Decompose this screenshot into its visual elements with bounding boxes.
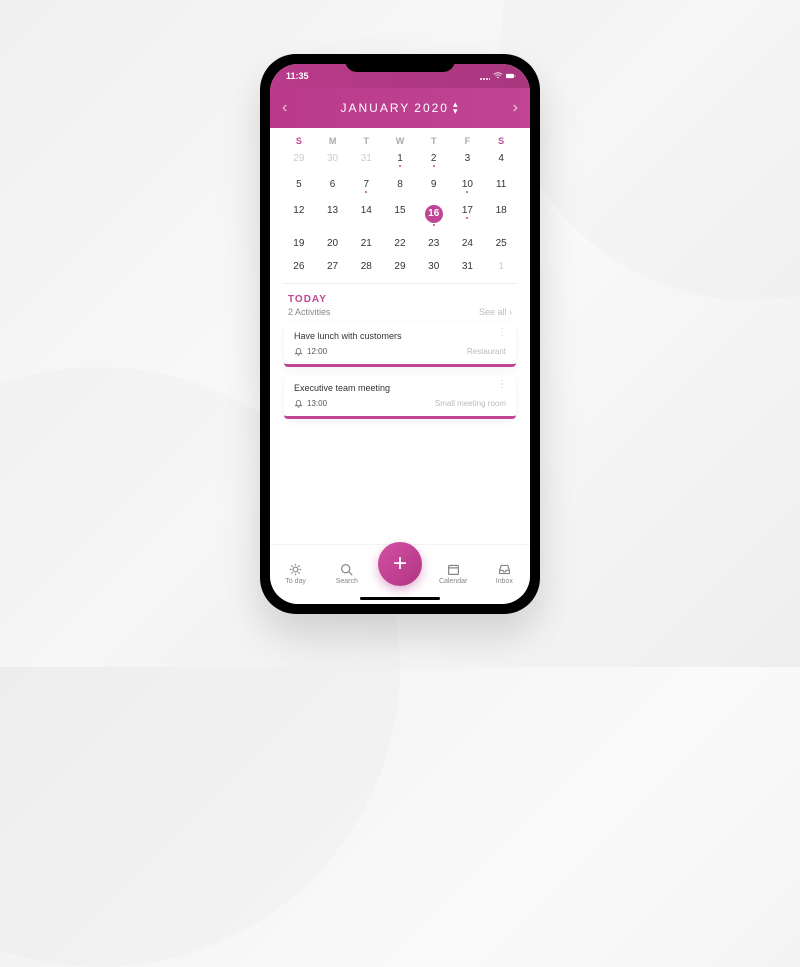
- event-title: Executive team meeting: [294, 383, 506, 393]
- calendar-day[interactable]: 20: [316, 235, 350, 252]
- calendar-day[interactable]: 29: [282, 150, 316, 170]
- search-icon: [340, 563, 353, 576]
- calendar-day[interactable]: 30: [417, 258, 451, 275]
- today-subtitle: 2 Activities: [288, 307, 331, 317]
- add-button[interactable]: +: [378, 542, 422, 586]
- notch: [345, 54, 455, 72]
- signal-icon: [480, 71, 490, 81]
- weekday-label: W: [383, 136, 417, 146]
- calendar-day[interactable]: 14: [349, 202, 383, 229]
- calendar-day[interactable]: 2: [417, 150, 451, 170]
- inbox-icon: [498, 563, 511, 576]
- nav-calendar[interactable]: Calendar: [433, 563, 473, 585]
- month-year-selector[interactable]: JANUARY 2020 ▴▾: [340, 101, 459, 115]
- calendar-day[interactable]: 29: [383, 258, 417, 275]
- home-indicator[interactable]: [360, 597, 440, 600]
- event-time: 12:00: [294, 347, 327, 356]
- status-time: 11:35: [286, 71, 309, 81]
- next-month-button[interactable]: ›: [513, 99, 518, 117]
- calendar-day[interactable]: 6: [316, 176, 350, 196]
- calendar-day[interactable]: 10: [451, 176, 485, 196]
- sun-icon: [289, 563, 302, 576]
- calendar-day[interactable]: 18: [484, 202, 518, 229]
- calendar-day[interactable]: 22: [383, 235, 417, 252]
- bell-icon: [294, 347, 303, 356]
- event-card[interactable]: ⋮ Executive team meeting 13:00 Small mee…: [284, 375, 516, 419]
- event-location: Restaurant: [467, 347, 506, 356]
- calendar-day[interactable]: 4: [484, 150, 518, 170]
- weekday-row: SMTWTFS: [270, 128, 530, 150]
- bottom-nav: To day Search + Calendar Inbox: [270, 544, 530, 604]
- wifi-icon: [493, 71, 503, 81]
- calendar-day[interactable]: 21: [349, 235, 383, 252]
- calendar-day[interactable]: 26: [282, 258, 316, 275]
- calendar-icon: [447, 563, 460, 576]
- prev-month-button[interactable]: ‹: [282, 99, 287, 117]
- today-title: TODAY: [288, 294, 331, 305]
- calendar-header: ‹ JANUARY 2020 ▴▾ ›: [270, 88, 530, 128]
- event-title: Have lunch with customers: [294, 331, 506, 341]
- screen: 11:35 ‹ JANUARY 2020 ▴▾ › SMTWTFS 293031…: [270, 64, 530, 604]
- weekday-label: T: [417, 136, 451, 146]
- phone-frame: 11:35 ‹ JANUARY 2020 ▴▾ › SMTWTFS 293031…: [260, 54, 540, 614]
- weekday-label: F: [451, 136, 485, 146]
- calendar-day[interactable]: 3: [451, 150, 485, 170]
- calendar-day[interactable]: 8: [383, 176, 417, 196]
- weekday-label: T: [349, 136, 383, 146]
- calendar-day[interactable]: 7: [349, 176, 383, 196]
- calendar-day[interactable]: 17: [451, 202, 485, 229]
- more-icon[interactable]: ⋮: [497, 383, 506, 387]
- weekday-label: M: [316, 136, 350, 146]
- calendar-day[interactable]: 30: [316, 150, 350, 170]
- calendar-day[interactable]: 31: [349, 150, 383, 170]
- calendar-day[interactable]: 1: [383, 150, 417, 170]
- event-card[interactable]: ⋮ Have lunch with customers 12:00 Restau…: [284, 323, 516, 367]
- see-all-link[interactable]: See all ›: [479, 307, 512, 317]
- event-location: Small meeting room: [435, 399, 506, 408]
- calendar-day[interactable]: 1: [484, 258, 518, 275]
- weekday-label: S: [282, 136, 316, 146]
- calendar-grid: 2930311234567891011121314151617181920212…: [270, 150, 530, 283]
- header-year: 2020: [414, 101, 449, 115]
- weekday-label: S: [484, 136, 518, 146]
- sort-icon: ▴▾: [453, 101, 460, 115]
- calendar-day[interactable]: 25: [484, 235, 518, 252]
- event-list: ⋮ Have lunch with customers 12:00 Restau…: [270, 323, 530, 544]
- bell-icon: [294, 399, 303, 408]
- calendar-day[interactable]: 9: [417, 176, 451, 196]
- calendar-day[interactable]: 16: [417, 202, 451, 229]
- more-icon[interactable]: ⋮: [497, 331, 506, 335]
- calendar-day[interactable]: 13: [316, 202, 350, 229]
- calendar-day[interactable]: 11: [484, 176, 518, 196]
- calendar-day[interactable]: 12: [282, 202, 316, 229]
- battery-icon: [506, 71, 516, 81]
- event-time: 13:00: [294, 399, 327, 408]
- calendar-day[interactable]: 27: [316, 258, 350, 275]
- calendar-day[interactable]: 19: [282, 235, 316, 252]
- today-section: TODAY 2 Activities See all ›: [270, 284, 530, 323]
- calendar-day[interactable]: 5: [282, 176, 316, 196]
- nav-today[interactable]: To day: [276, 563, 316, 585]
- calendar-day[interactable]: 28: [349, 258, 383, 275]
- calendar-day[interactable]: 23: [417, 235, 451, 252]
- nav-search[interactable]: Search: [327, 563, 367, 585]
- calendar-day[interactable]: 24: [451, 235, 485, 252]
- status-indicators: [480, 71, 516, 81]
- calendar-day[interactable]: 15: [383, 202, 417, 229]
- nav-inbox[interactable]: Inbox: [484, 563, 524, 585]
- calendar-day[interactable]: 31: [451, 258, 485, 275]
- header-month: JANUARY: [340, 101, 410, 115]
